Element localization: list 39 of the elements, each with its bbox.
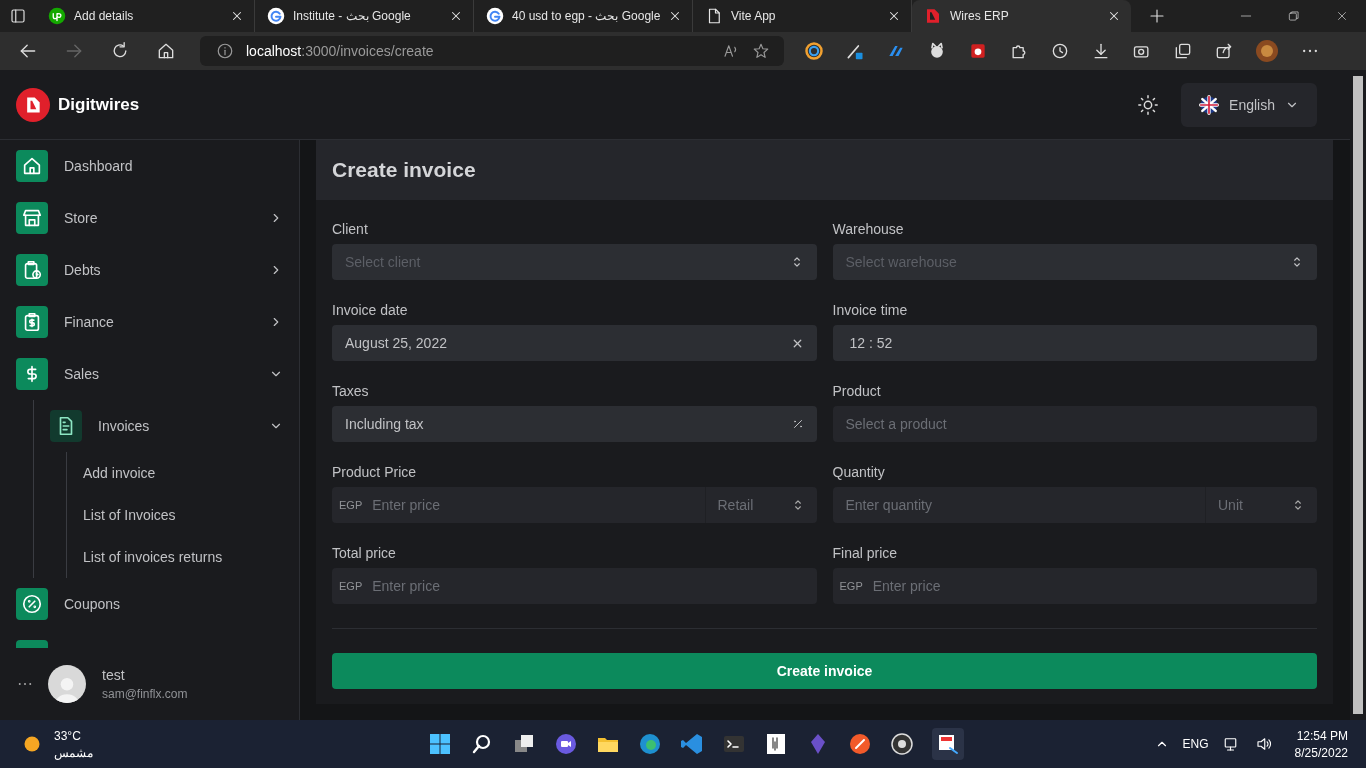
clock-time[interactable]: 12:54 PM: [1296, 728, 1348, 743]
field-label: Invoice date: [332, 302, 409, 318]
create-invoice-button[interactable]: Create invoice: [332, 653, 1317, 689]
nav-link[interactable]: List of Invoices: [83, 494, 299, 536]
clock-date[interactable]: 8/25/2022: [1294, 745, 1348, 760]
browser-tab[interactable]: Wires ERP: [912, 0, 1131, 32]
field-label: Total price: [332, 545, 397, 561]
currency-label: EGP: [339, 580, 363, 592]
field-label: Quantity: [832, 464, 886, 480]
nav-item[interactable]: Invoices: [50, 400, 299, 452]
currency-label: EGP: [339, 499, 363, 511]
nav-item[interactable]: Dashboard: [16, 140, 299, 192]
weather-label: مشمس: [54, 745, 93, 760]
field-label: Warehouse: [832, 221, 905, 237]
nav-item[interactable]: Debts: [16, 244, 299, 296]
select-field[interactable]: Including tax: [332, 406, 817, 442]
field-label: Final price: [832, 545, 899, 561]
brand-name: Digitwires: [58, 94, 140, 115]
time-field[interactable]: 12 : 52: [832, 325, 1317, 361]
field-label: Taxes: [332, 383, 370, 399]
field-label: Product Price: [332, 464, 418, 480]
nav-item[interactable]: Sales: [16, 348, 299, 400]
nav-item[interactable]: Finance: [16, 296, 299, 348]
temperature: 33°C: [54, 728, 82, 743]
nav-item[interactable]: Coupons: [16, 578, 299, 630]
field-label: Product: [832, 383, 882, 399]
user-name: test: [102, 667, 126, 683]
nav-link[interactable]: Add invoice: [83, 452, 299, 494]
field-label: Invoice time: [832, 302, 909, 318]
language-select[interactable]: English: [1181, 82, 1317, 127]
field-label: Client: [332, 221, 369, 237]
nav-item[interactable]: Store: [16, 192, 299, 244]
nav-link[interactable]: List of invoices returns: [83, 536, 299, 578]
page-title: Create invoice: [332, 158, 476, 182]
address-bar[interactable]: localhost:3000/invoices/create: [200, 36, 784, 66]
date-field[interactable]: August 25, 2022: [332, 325, 817, 361]
input-language[interactable]: ENG: [1182, 737, 1209, 751]
currency-label: EGP: [839, 580, 863, 592]
user-email: sam@finflx.com: [102, 687, 188, 701]
